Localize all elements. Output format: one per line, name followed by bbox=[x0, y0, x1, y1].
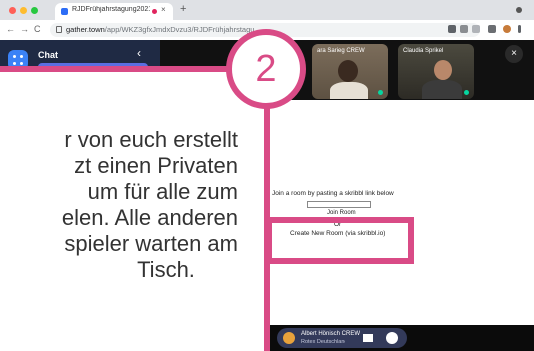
back-button[interactable]: ← bbox=[6, 24, 15, 34]
user-status-pill[interactable]: Albert Hönisch CREW Rotex Deutschland(15… bbox=[277, 328, 407, 348]
tab-close-icon[interactable]: × bbox=[161, 5, 166, 14]
lock-icon bbox=[56, 26, 62, 33]
step-number-badge: 2 bbox=[226, 29, 306, 109]
close-window-icon[interactable] bbox=[9, 7, 16, 14]
close-overlay-button[interactable]: × bbox=[505, 45, 523, 63]
extensions-icon[interactable] bbox=[488, 25, 496, 33]
key-icon[interactable] bbox=[460, 25, 468, 33]
url-path: /app/WKZ3gfxJmdxDvzu3/RJDFrühjahrstagu bbox=[104, 25, 255, 34]
map-icon[interactable] bbox=[363, 334, 373, 342]
online-status-icon bbox=[378, 90, 383, 95]
tab-search-icon[interactable] bbox=[516, 7, 522, 13]
collapse-chevron-icon[interactable]: ‹ bbox=[137, 46, 141, 60]
participant-body bbox=[422, 80, 462, 99]
join-room-button[interactable]: Join Room bbox=[327, 210, 356, 216]
annotation-line: r von euch erstellt bbox=[64, 127, 238, 152]
annotation-line: zt einen Privaten bbox=[74, 153, 238, 178]
star-icon[interactable] bbox=[472, 25, 480, 33]
favicon-icon bbox=[61, 8, 68, 15]
tab-strip: RJDFrühjahrstagung2021 × + bbox=[0, 0, 534, 20]
url-host: gather.town bbox=[66, 25, 105, 34]
tab-title: RJDFrühjahrstagung2021 bbox=[72, 6, 150, 13]
join-room-instruction: Join a room by pasting a skribbl link be… bbox=[272, 190, 394, 197]
participant-video bbox=[338, 60, 358, 82]
annotation-callout: r von euch erstellt zt einen Privaten um… bbox=[0, 72, 264, 351]
highlight-box bbox=[266, 217, 414, 264]
annotation-line: Tisch. bbox=[137, 257, 195, 282]
forward-button[interactable]: → bbox=[20, 24, 29, 34]
browser-tab[interactable]: RJDFrühjahrstagung2021 × bbox=[55, 3, 173, 20]
new-tab-button[interactable]: + bbox=[180, 3, 186, 15]
minimize-window-icon[interactable] bbox=[20, 7, 27, 14]
video-participant-name: ara Sarieg CREW bbox=[317, 48, 365, 54]
emoji-icon[interactable] bbox=[386, 332, 398, 344]
chat-title: Chat bbox=[38, 50, 58, 60]
annotation-line: um für alle zum bbox=[87, 179, 238, 204]
online-status-icon bbox=[464, 90, 469, 95]
reload-button[interactable]: C bbox=[34, 24, 41, 34]
user-name: Albert Hönisch CREW bbox=[301, 331, 361, 337]
skribbl-link-input[interactable] bbox=[307, 201, 371, 208]
camera-icon[interactable] bbox=[448, 25, 456, 33]
user-status-text: Rotex Deutschland(15... bbox=[301, 339, 345, 345]
annotation-line: spieler warten am bbox=[64, 231, 238, 256]
participant-video bbox=[434, 60, 452, 80]
menu-icon[interactable] bbox=[518, 25, 521, 33]
url-text: gather.town/app/WKZ3gfxJmdxDvzu3/RJDFrüh… bbox=[66, 25, 254, 34]
profile-avatar[interactable] bbox=[503, 25, 511, 33]
annotation-line-vertical bbox=[264, 70, 270, 351]
video-tile[interactable]: ara Sarieg CREW bbox=[312, 44, 388, 99]
avatar bbox=[283, 332, 295, 344]
annotation-line: elen. Alle anderen bbox=[61, 205, 238, 230]
annotation-text: r von euch erstellt zt einen Privaten um… bbox=[0, 127, 260, 283]
maximize-window-icon[interactable] bbox=[31, 7, 38, 14]
recording-indicator-icon bbox=[152, 9, 157, 14]
participant-body bbox=[330, 82, 368, 99]
video-participant-name: Claudia Sprikel bbox=[403, 48, 444, 54]
video-tile[interactable]: Claudia Sprikel bbox=[398, 44, 474, 99]
